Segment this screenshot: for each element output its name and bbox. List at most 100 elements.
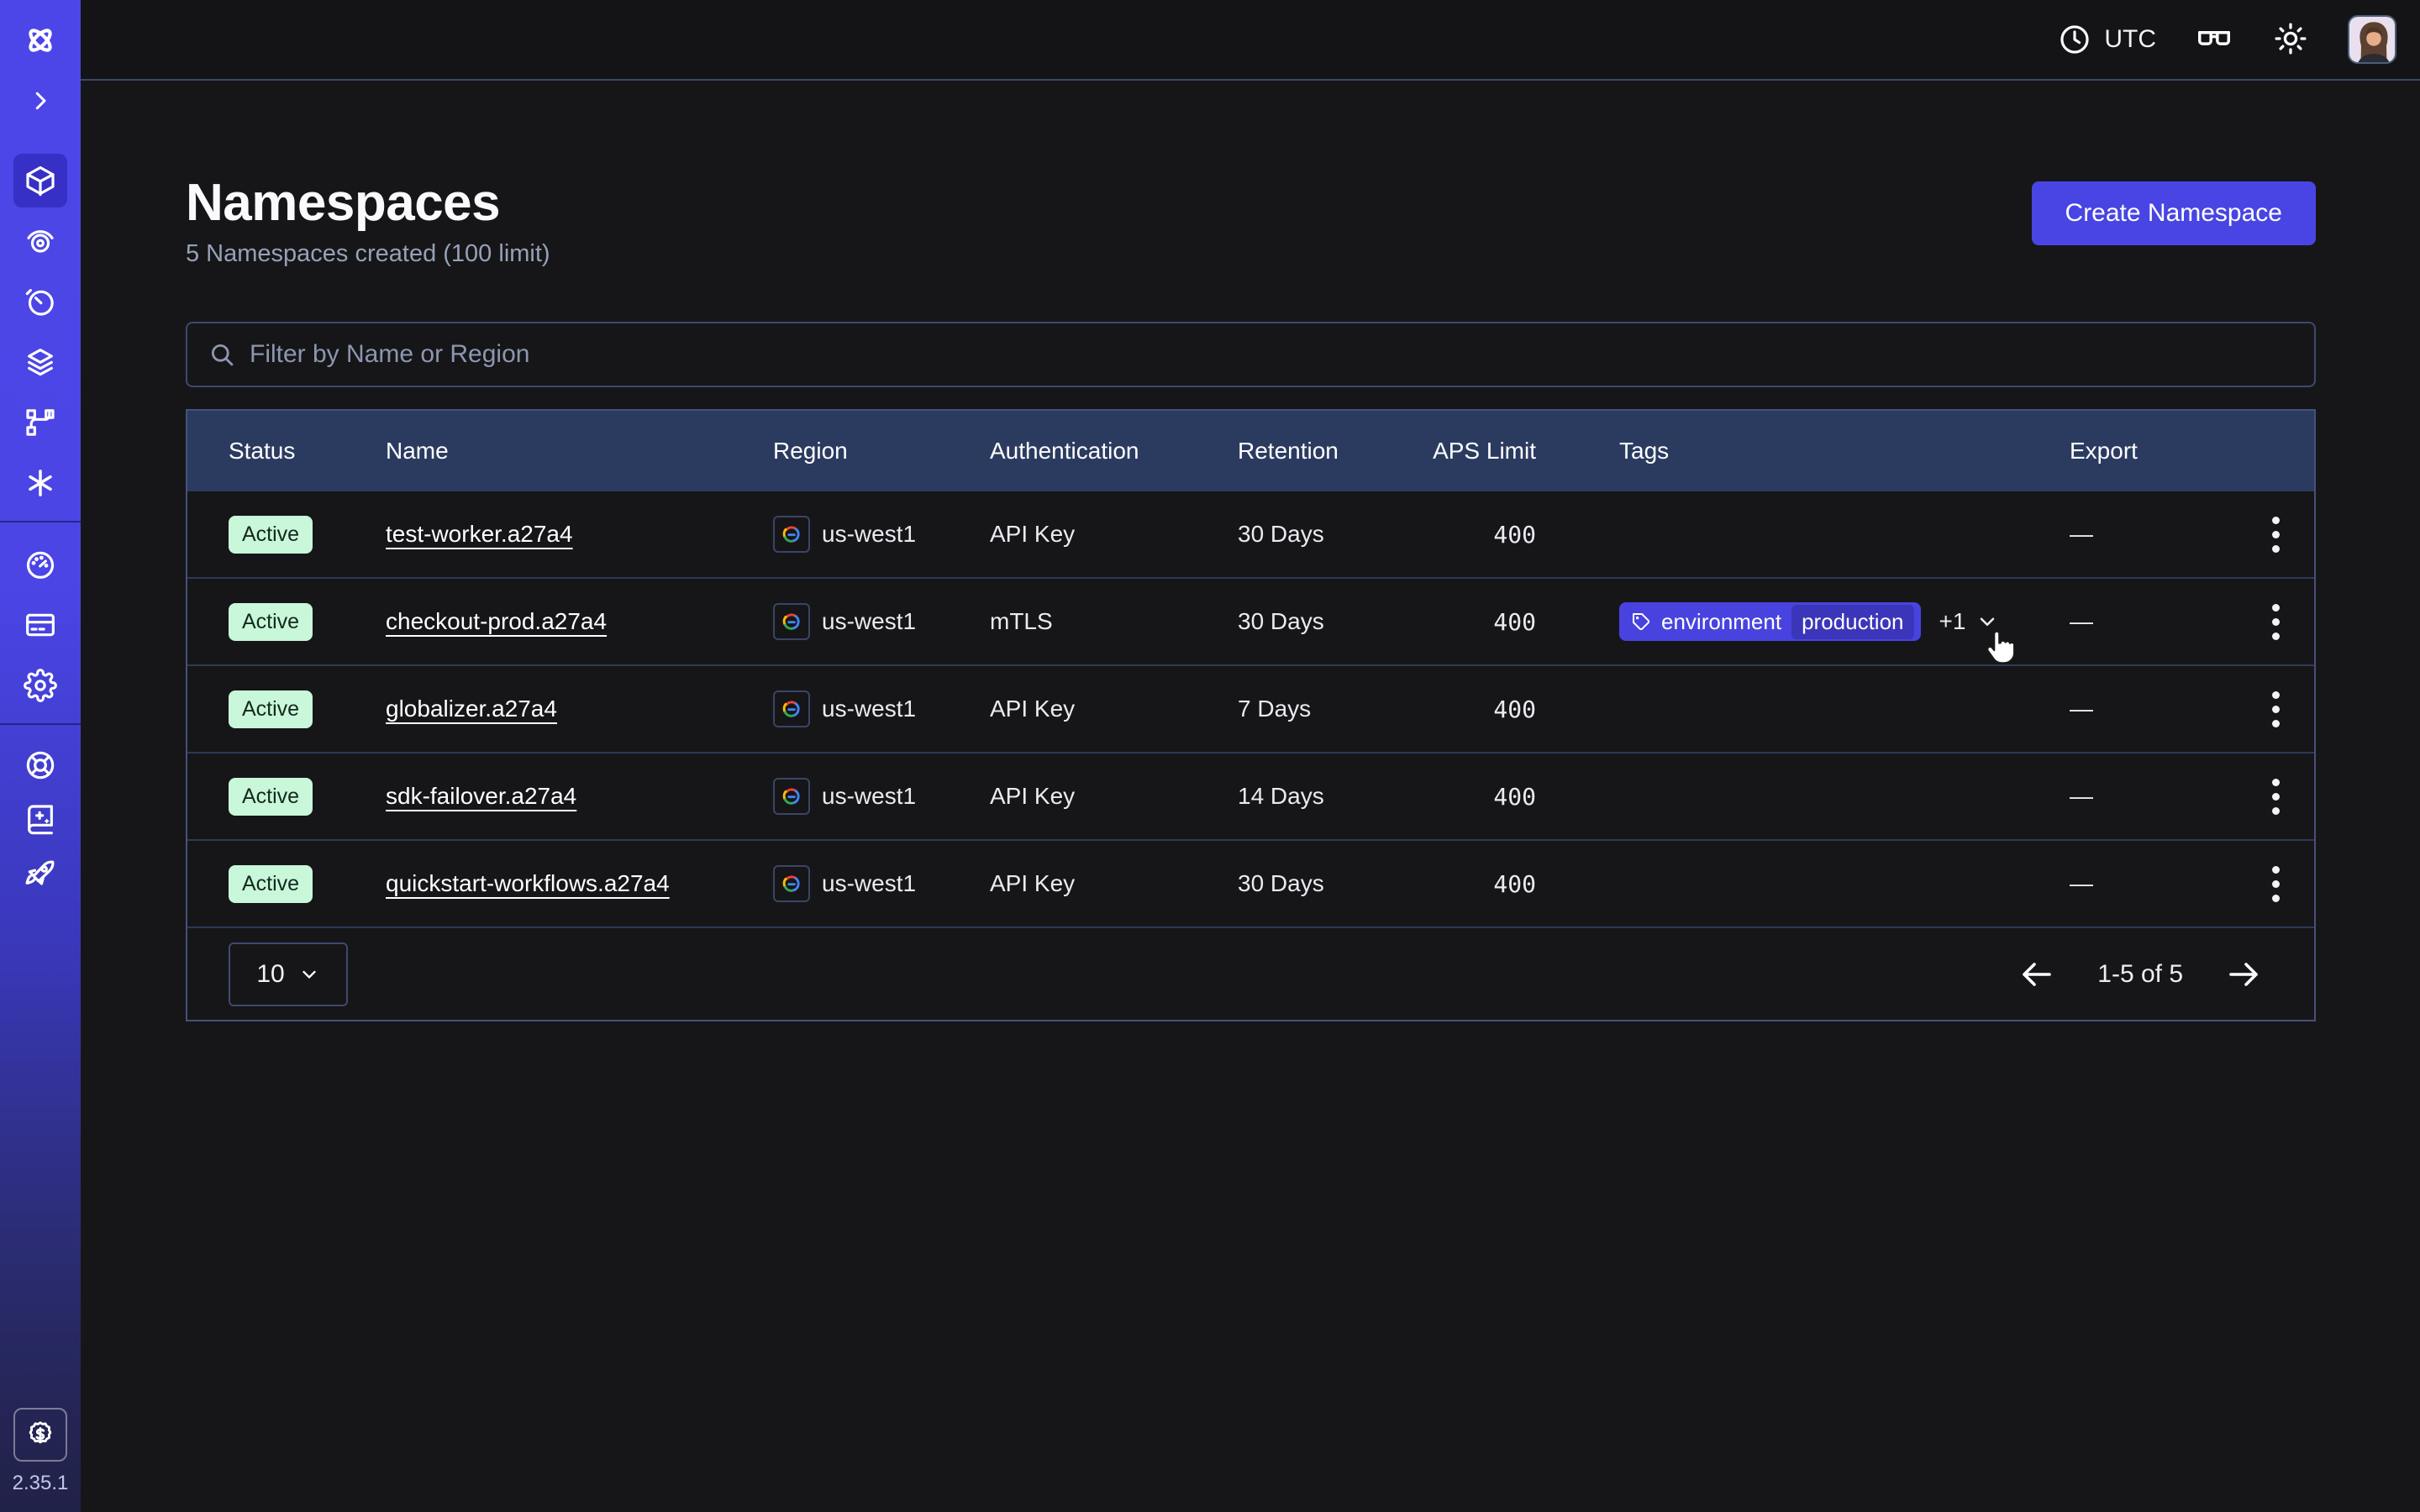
sidebar-item-credit-card[interactable] [13,598,67,652]
export-value: — [2070,696,2238,722]
status-badge: Active [229,778,313,816]
status-badge: Active [229,516,313,554]
sidebar-item-gear[interactable] [13,659,67,712]
dollar-badge-icon [24,1419,56,1451]
theme-toggle-button[interactable] [2272,20,2309,60]
page-size-select[interactable]: 10 [229,942,348,1006]
auth-label: API Key [990,696,1238,722]
namespace-link[interactable]: test-worker.a27a4 [386,521,573,547]
tag-value: production [1791,605,1913,639]
sidebar-item-lifebuoy[interactable] [13,738,67,792]
region-label: us-west1 [822,608,916,635]
kebab-menu-button[interactable] [2264,770,2288,823]
search-icon [208,340,236,369]
tags-expand-button[interactable] [1975,610,1999,633]
table-row: Active sdk-failover.a27a4 us-west1 API K… [187,753,2314,841]
timezone-label: UTC [2104,25,2156,54]
filter-input[interactable] [250,340,2294,369]
page-title: Namespaces [186,175,550,232]
namespace-link[interactable]: globalizer.a27a4 [386,696,557,722]
retention-label: 14 Days [1238,783,1431,810]
sidebar-item-branch[interactable] [13,396,67,449]
timezone-button[interactable]: UTC [2057,22,2156,57]
gcp-icon [773,690,810,727]
radar-icon [24,224,57,258]
page-size-value: 10 [256,960,284,989]
arrow-right-icon [2223,954,2264,995]
gcp-icon [773,778,810,815]
column-header-status: Status [229,438,386,465]
kebab-menu-button[interactable] [2264,596,2288,648]
column-header-region: Region [773,438,990,465]
sidebar-item-timer[interactable] [13,275,67,328]
app-version: 2.35.1 [0,1472,81,1495]
labs-toggle-button[interactable] [2195,19,2233,60]
kebab-menu-button[interactable] [2264,858,2288,911]
lifebuoy-icon [24,748,57,782]
namespace-link[interactable]: quickstart-workflows.a27a4 [386,870,670,896]
column-header-authentication: Authentication [990,438,1238,465]
aps-limit-value: 400 [1431,870,1536,898]
timer-icon [24,285,57,318]
user-avatar[interactable] [2348,15,2396,64]
chevron-down-icon [298,963,320,985]
sidebar-item-asterisk[interactable] [13,456,67,510]
status-badge: Active [229,603,313,641]
create-namespace-button[interactable]: Create Namespace [2032,181,2316,245]
cube-icon [24,164,57,197]
tag-icon [1631,612,1651,632]
avatar-image [2349,17,2396,64]
sidebar-item-book[interactable] [13,792,67,846]
layers-icon [24,345,57,379]
retention-label: 30 Days [1238,608,1431,635]
credit-card-icon [24,608,57,642]
aps-limit-value: 400 [1431,783,1536,811]
gcp-icon [773,516,810,553]
retention-label: 30 Days [1238,870,1431,897]
auth-label: mTLS [990,608,1238,635]
next-page-button[interactable] [2223,954,2264,995]
gcp-icon [773,603,810,640]
region-label: us-west1 [822,521,916,548]
region-label: us-west1 [822,783,916,810]
sidebar-item-radar[interactable] [13,214,67,268]
table-header-row: StatusNameRegionAuthenticationRetentionA… [187,411,2314,491]
sidebar-divider [0,723,81,725]
sidebar-logo[interactable] [13,13,67,67]
tags-cell: environmentproduction+1 [1536,602,2070,641]
asterisk-icon [24,466,57,500]
table-row: Active checkout-prod.a27a4 us-west1 mTLS… [187,579,2314,666]
retention-label: 7 Days [1238,696,1431,722]
sidebar-item-cube[interactable] [13,154,67,207]
clock-icon [2057,22,2092,57]
filter-bar[interactable] [186,322,2316,387]
column-header-name: Name [386,438,773,465]
export-value: — [2070,608,2238,635]
gauge-icon [24,548,57,581]
retention-label: 30 Days [1238,521,1431,548]
kebab-menu-button[interactable] [2264,683,2288,736]
namespace-link[interactable]: sdk-failover.a27a4 [386,783,576,809]
status-badge: Active [229,690,313,728]
namespace-link[interactable]: checkout-prod.a27a4 [386,608,607,634]
region-label: us-west1 [822,870,916,897]
glasses-icon [2195,19,2233,58]
column-header-aps-limit: APS Limit [1431,438,1536,465]
sidebar-expand-button[interactable] [13,74,67,128]
export-value: — [2070,521,2238,548]
arrow-left-icon [2017,954,2057,995]
sidebar-item-pricing[interactable] [13,1408,67,1462]
table-row: Active globalizer.a27a4 us-west1 API Key… [187,666,2314,753]
tag-pill[interactable]: environmentproduction [1619,602,1921,641]
sidebar-item-layers[interactable] [13,335,67,389]
aps-limit-value: 400 [1431,608,1536,636]
pagination-range-label: 1-5 of 5 [2097,960,2183,989]
previous-page-button[interactable] [2017,954,2057,995]
sidebar-item-rocket[interactable] [13,846,67,900]
kebab-menu-button[interactable] [2264,508,2288,561]
sidebar: 2.35.1 [0,0,81,1512]
column-header-retention: Retention [1238,438,1431,465]
table-row: Active quickstart-workflows.a27a4 us-wes… [187,841,2314,928]
sidebar-item-gauge[interactable] [13,538,67,591]
auth-label: API Key [990,521,1238,548]
